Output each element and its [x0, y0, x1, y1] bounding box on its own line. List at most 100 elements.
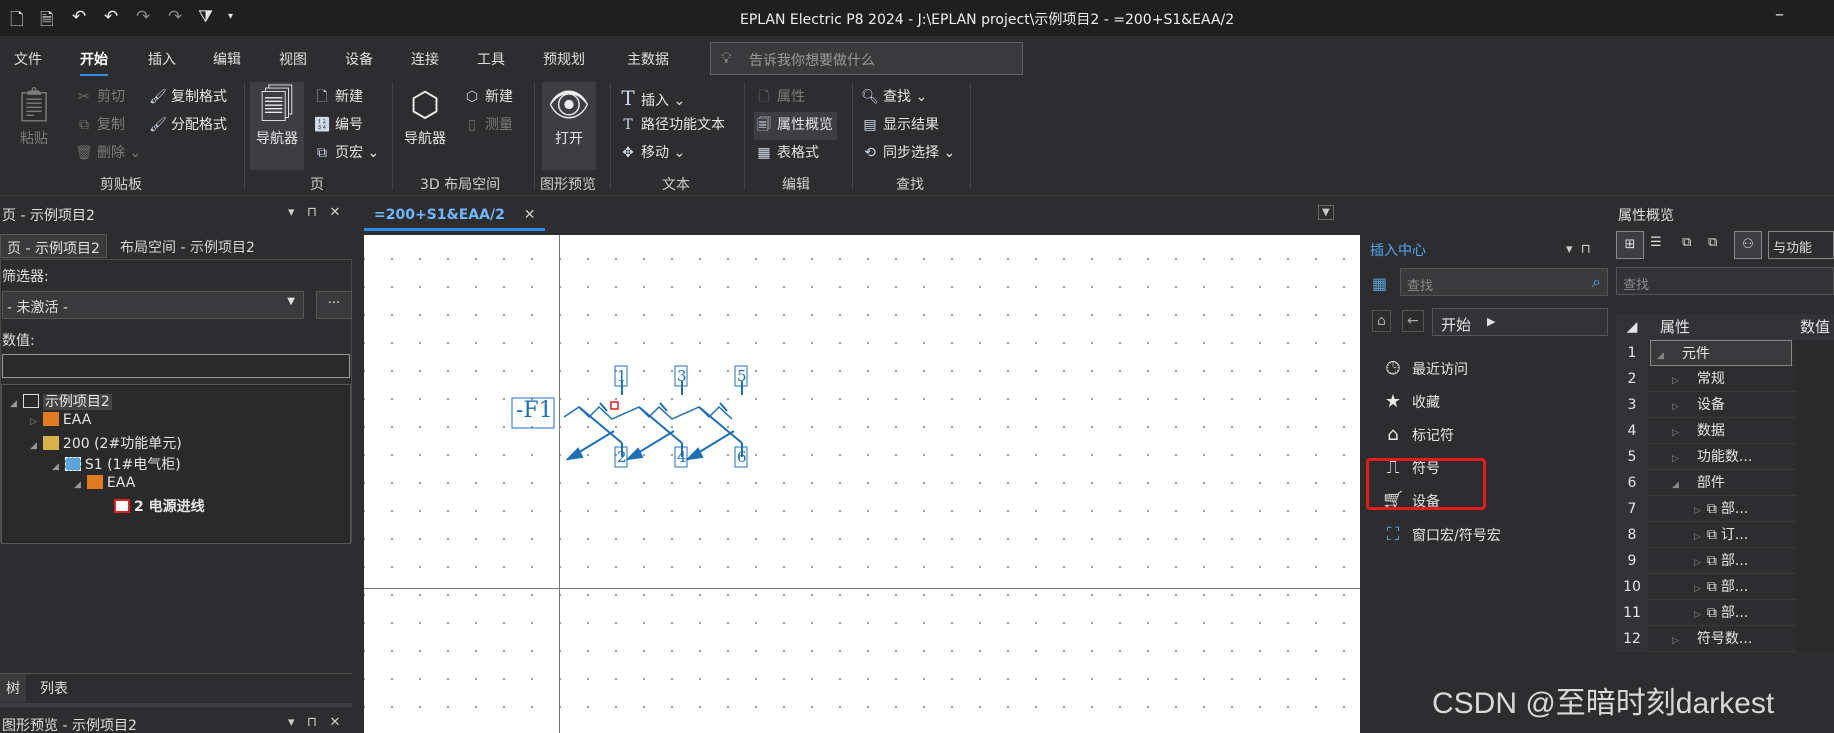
- tree-view-icon[interactable]: ⊞: [1616, 231, 1644, 259]
- property-row[interactable]: 2 ▷ 常规: [1616, 366, 1834, 392]
- property-value[interactable]: [1796, 574, 1834, 600]
- sync-select-button[interactable]: ⟲ 同步选择 ⌄: [860, 142, 955, 162]
- page-macro-button[interactable]: ⧉ 页宏 ⌄: [312, 142, 379, 162]
- panel-controls[interactable]: ▾ ⊓ ✕: [288, 205, 340, 220]
- document-tab[interactable]: =200+S1&EAA/2 ✕: [364, 201, 546, 231]
- filter-icon[interactable]: ⧩: [198, 7, 213, 27]
- filter-more-button[interactable]: ...: [316, 291, 352, 319]
- tree-node-project[interactable]: ◢ 示例项目2: [10, 391, 112, 411]
- property-row[interactable]: 3 ▷ 设备: [1616, 392, 1834, 418]
- expand-arrow-icon[interactable]: ▷: [1694, 558, 1701, 568]
- path-text-button[interactable]: T 路径功能文本: [618, 114, 725, 134]
- copy-properties-icon[interactable]: ⧉: [1682, 235, 1691, 250]
- tab-tools[interactable]: 工具: [477, 49, 505, 69]
- tab-file[interactable]: 文件: [14, 49, 42, 69]
- copy-button[interactable]: ⧉ 复制: [74, 114, 125, 134]
- value-input[interactable]: [2, 354, 350, 378]
- paste-button[interactable]: 📋︎ 粘贴: [8, 82, 60, 170]
- property-value[interactable]: [1796, 418, 1834, 444]
- list-view-icon[interactable]: ☰: [1650, 235, 1662, 250]
- property-value[interactable]: [1796, 548, 1834, 574]
- tree-node-function-unit[interactable]: ◢ 200 (2#功能单元): [30, 433, 182, 453]
- property-value[interactable]: [1796, 392, 1834, 418]
- tab-view[interactable]: 视图: [279, 49, 307, 69]
- expand-arrow-icon[interactable]: ▷: [1694, 506, 1701, 516]
- expand-arrow-icon[interactable]: ▷: [1672, 376, 1679, 386]
- property-row[interactable]: 8 ▷ ⧉ 订...: [1616, 522, 1834, 548]
- redo-list-icon[interactable]: ↷: [168, 7, 182, 27]
- tab-start[interactable]: 开始: [80, 49, 108, 77]
- find-button[interactable]: 🔍︎ 查找 ⌄: [860, 86, 927, 106]
- back-icon[interactable]: ←: [1402, 310, 1424, 332]
- open-icon[interactable]: 🗎: [40, 7, 54, 36]
- view-mode-icon[interactable]: ▦: [1372, 274, 1387, 293]
- device-tag[interactable]: -F1: [516, 398, 553, 423]
- insert-center-search[interactable]: 查找 ⌕: [1400, 268, 1608, 296]
- tab-master-data[interactable]: 主数据: [627, 49, 669, 69]
- expand-arrow-icon[interactable]: ▷: [1672, 454, 1679, 464]
- property-row[interactable]: 9 ▷ ⧉ 部...: [1616, 548, 1834, 574]
- property-value[interactable]: [1796, 366, 1834, 392]
- function-filter-button[interactable]: 与功能: [1768, 231, 1834, 259]
- property-row[interactable]: 7 ▷ ⧉ 部...: [1616, 496, 1834, 522]
- property-value[interactable]: [1796, 444, 1834, 470]
- property-value[interactable]: [1796, 340, 1834, 366]
- property-value[interactable]: [1796, 496, 1834, 522]
- property-row[interactable]: 10 ▷ ⧉ 部...: [1616, 574, 1834, 600]
- property-row[interactable]: 12 ▷ 符号数...: [1616, 626, 1834, 652]
- insert-item-favorites[interactable]: ★ 收藏: [1380, 391, 1440, 412]
- show-results-button[interactable]: ▤ 显示结果: [860, 114, 939, 134]
- insert-item-macros[interactable]: ⛶ 窗口宏/符号宏: [1380, 524, 1501, 545]
- splitter[interactable]: [0, 703, 352, 707]
- distribute-format-button[interactable]: 🖌︎ 分配格式: [148, 114, 227, 134]
- preview-panel-controls[interactable]: ▾ ⊓ ✕: [288, 715, 340, 730]
- tab-preplanning[interactable]: 预规划: [543, 49, 585, 69]
- undo-list-icon[interactable]: ↶: [72, 7, 86, 27]
- tab-list-dropdown-icon[interactable]: ▼: [1318, 205, 1334, 220]
- close-icon[interactable]: ✕: [524, 207, 536, 223]
- tab-edit[interactable]: 编辑: [213, 49, 241, 69]
- property-row[interactable]: 6 ◢ 部件: [1616, 470, 1834, 496]
- customize-dropdown-icon[interactable]: ▾: [228, 11, 233, 22]
- expand-arrow-icon[interactable]: ▷: [1694, 610, 1701, 620]
- property-row[interactable]: 5 ▷ 功能数...: [1616, 444, 1834, 470]
- tab-list[interactable]: 列表: [34, 674, 74, 702]
- tab-pages[interactable]: 页 - 示例项目2: [0, 234, 107, 258]
- property-value[interactable]: [1796, 522, 1834, 548]
- tab-device[interactable]: 设备: [345, 49, 373, 69]
- page-navigator-button[interactable]: 🗐︎ 导航器: [250, 82, 304, 170]
- breadcrumb[interactable]: 开始 ▶: [1432, 308, 1608, 336]
- delete-button[interactable]: 🗑︎ 删除 ⌄: [74, 142, 141, 162]
- tab-connect[interactable]: 连接: [411, 49, 439, 69]
- new-page-button[interactable]: 🗋 新建: [312, 86, 363, 110]
- tab-insert[interactable]: 插入: [148, 49, 176, 69]
- property-row[interactable]: 1 ◢ 元件: [1616, 340, 1834, 366]
- tree-node-eaa-sub[interactable]: ◢ EAA: [74, 475, 135, 491]
- breaker-symbol[interactable]: [364, 235, 1360, 733]
- tree-node-page[interactable]: 2 电源进线: [114, 496, 205, 516]
- redo-icon[interactable]: ↷: [136, 7, 150, 27]
- new-layout-button[interactable]: ⬡ 新建: [462, 86, 513, 106]
- insert-center-controls[interactable]: ▾ ⊓: [1566, 242, 1591, 257]
- property-row[interactable]: 4 ▷ 数据: [1616, 418, 1834, 444]
- expand-arrow-icon[interactable]: ▷: [1694, 532, 1701, 542]
- home-icon[interactable]: ⌂: [1372, 310, 1391, 332]
- expand-arrow-icon[interactable]: ▷: [1694, 584, 1701, 594]
- property-row[interactable]: 11 ▷ ⧉ 部...: [1616, 600, 1834, 626]
- tab-tree[interactable]: 树: [0, 674, 26, 702]
- user-settings-icon[interactable]: ⚇: [1734, 231, 1762, 259]
- property-value[interactable]: [1796, 626, 1834, 652]
- properties-button[interactable]: 🗋 属性: [754, 86, 805, 110]
- move-button[interactable]: ✥ 移动 ⌄: [618, 142, 685, 162]
- tell-me-box[interactable]: 💡︎ 告诉我你想要做什么: [710, 42, 1023, 75]
- insert-item-recent[interactable]: 🕒︎ 最近访问: [1380, 358, 1468, 379]
- expand-arrow-icon[interactable]: ▷: [1672, 636, 1679, 646]
- expand-arrow-icon[interactable]: ◢: [1672, 480, 1679, 490]
- cut-button[interactable]: ✂ 剪切: [74, 86, 125, 106]
- undo-icon[interactable]: ↶: [104, 7, 118, 27]
- layout-navigator-button[interactable]: ⬡ 导航器: [398, 82, 452, 170]
- property-value[interactable]: [1796, 600, 1834, 626]
- expand-arrow-icon[interactable]: ◢: [1657, 351, 1664, 361]
- filter-select[interactable]: - 未激活 - ▼: [2, 291, 304, 319]
- measure-button[interactable]: ▯ 测量: [462, 114, 513, 134]
